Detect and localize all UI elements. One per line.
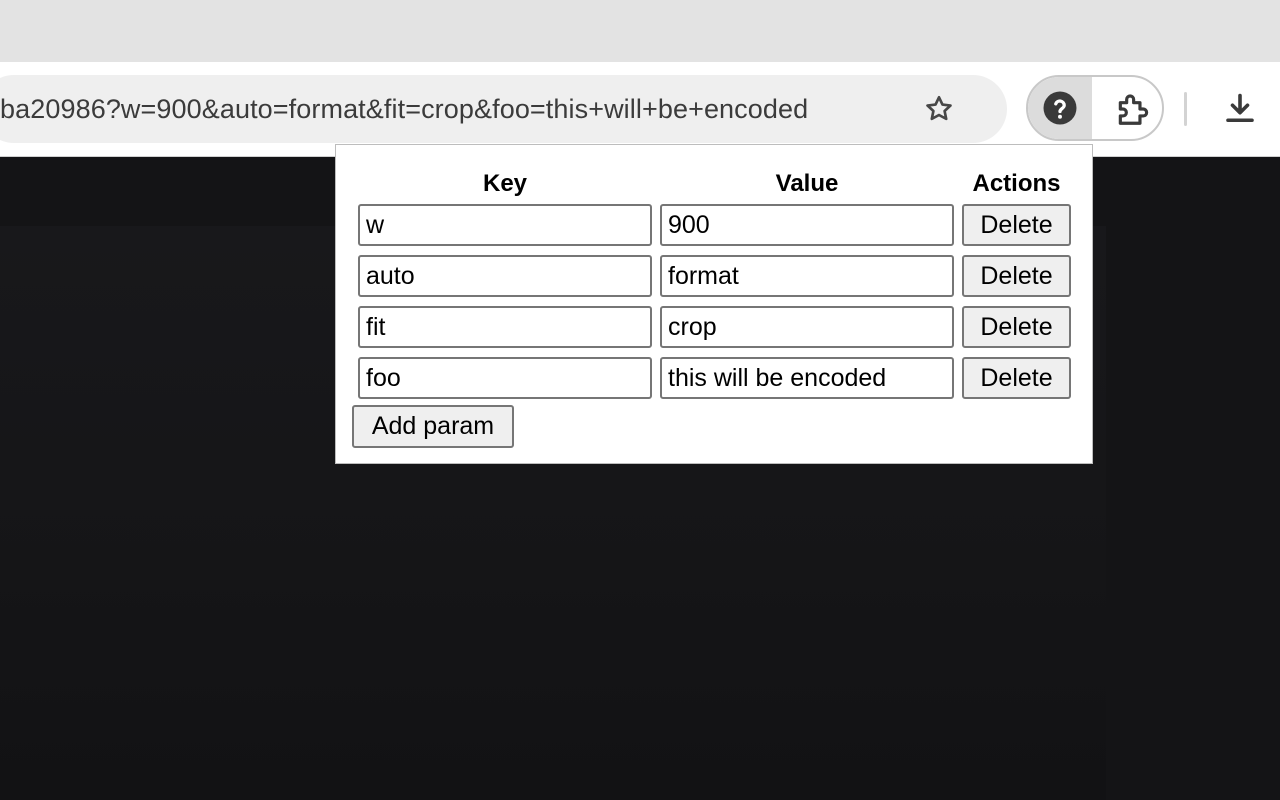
param-key-input[interactable] xyxy=(358,357,652,399)
param-value-input[interactable] xyxy=(660,255,954,297)
delete-param-button[interactable]: Delete xyxy=(962,204,1071,246)
param-key-input[interactable] xyxy=(358,255,652,297)
bookmark-button[interactable] xyxy=(918,88,960,130)
param-value-input[interactable] xyxy=(660,306,954,348)
param-key-input[interactable] xyxy=(358,204,652,246)
param-value-input[interactable] xyxy=(660,204,954,246)
delete-param-button[interactable]: Delete xyxy=(962,357,1071,399)
downloads-button[interactable] xyxy=(1216,86,1264,132)
delete-param-button[interactable]: Delete xyxy=(962,306,1071,348)
extensions-menu-button[interactable] xyxy=(1108,86,1158,132)
key-column-header: Key xyxy=(482,170,528,197)
browser-toolbar: ba20986?w=900&auto=format&fit=crop&foo=t… xyxy=(0,62,1280,157)
active-extension-button[interactable] xyxy=(1028,77,1092,139)
puzzle-piece-icon xyxy=(1118,94,1149,125)
address-bar[interactable]: ba20986?w=900&auto=format&fit=crop&foo=t… xyxy=(0,75,1007,143)
actions-column-header: Actions xyxy=(972,170,1061,197)
extension-popup: Key Value Actions Delete Delete Delete D… xyxy=(335,144,1093,464)
download-icon xyxy=(1226,93,1254,123)
param-value-input[interactable] xyxy=(660,357,954,399)
value-column-header: Value xyxy=(775,170,839,197)
param-key-input[interactable] xyxy=(358,306,652,348)
add-param-button[interactable]: Add param xyxy=(352,405,514,448)
star-icon xyxy=(926,95,952,121)
help-circle-icon xyxy=(1043,91,1077,125)
url-text[interactable]: ba20986?w=900&auto=format&fit=crop&foo=t… xyxy=(0,75,808,143)
tab-strip xyxy=(0,0,1280,62)
toolbar-divider xyxy=(1184,92,1187,126)
delete-param-button[interactable]: Delete xyxy=(962,255,1071,297)
